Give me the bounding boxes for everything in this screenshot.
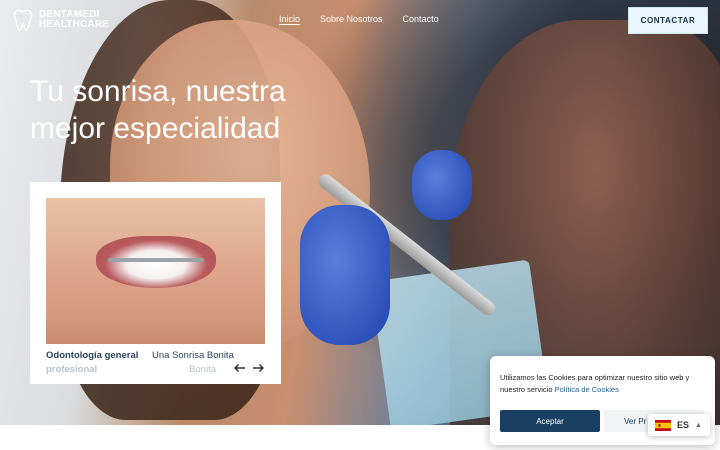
brand-name-line2: HEALTHCARE: [39, 19, 110, 30]
hero-headline-line1: Tu sonrisa, nuestra: [30, 75, 286, 108]
chevron-up-icon: ▲: [695, 421, 702, 429]
contact-button[interactable]: CONTACTAR: [628, 7, 708, 34]
card-title-line1: Odontología general: [46, 350, 139, 361]
smile-lips: [96, 236, 216, 288]
carousel-arrows: [233, 363, 265, 373]
gloved-hand: [300, 205, 390, 345]
card-title: Odontología general profesional: [46, 349, 150, 377]
hero-headline-line2: mejor especialidad: [30, 112, 281, 145]
card-subtitle-line1: Una Sonrisa Bonita: [152, 350, 234, 361]
hero-headline: Tu sonrisa, nuestra mejor especialidad: [30, 73, 330, 147]
cookie-policy-link[interactable]: Política de Cookies: [555, 385, 619, 394]
nav-item-contacto[interactable]: Contacto: [403, 14, 439, 24]
gloved-hand-upper: [412, 150, 472, 220]
service-card: Odontología general profesional Una Sonr…: [30, 182, 281, 384]
arrow-right-icon[interactable]: [252, 363, 265, 373]
smile-braces: [108, 258, 204, 262]
arrow-left-icon[interactable]: [233, 363, 246, 373]
nav-item-inicio[interactable]: Inicio: [279, 14, 300, 24]
smile-chin: [46, 316, 265, 344]
brand-name: DENTAMEDI HEALTHCARE: [39, 10, 109, 30]
card-subtitle-line2: Bonita: [189, 364, 216, 375]
nav-item-sobre-nosotros[interactable]: Sobre Nosotros: [320, 14, 383, 24]
main-nav: Inicio Sobre Nosotros Contacto: [279, 14, 439, 24]
accept-cookies-button[interactable]: Aceptar: [500, 410, 600, 432]
smile-photo: [46, 198, 265, 344]
tooth-icon: [13, 9, 33, 31]
language-switcher[interactable]: ES ▲: [648, 414, 710, 436]
cookie-message: Utilizamos las Cookies para optimizar nu…: [500, 372, 705, 396]
card-subtitle: Una Sonrisa Bonita Bonita: [152, 349, 242, 377]
spain-flag-icon: [655, 419, 671, 431]
language-code: ES: [677, 420, 690, 430]
card-title-line2: profesional: [46, 364, 98, 375]
brand-logo[interactable]: DENTAMEDI HEALTHCARE: [12, 8, 109, 32]
